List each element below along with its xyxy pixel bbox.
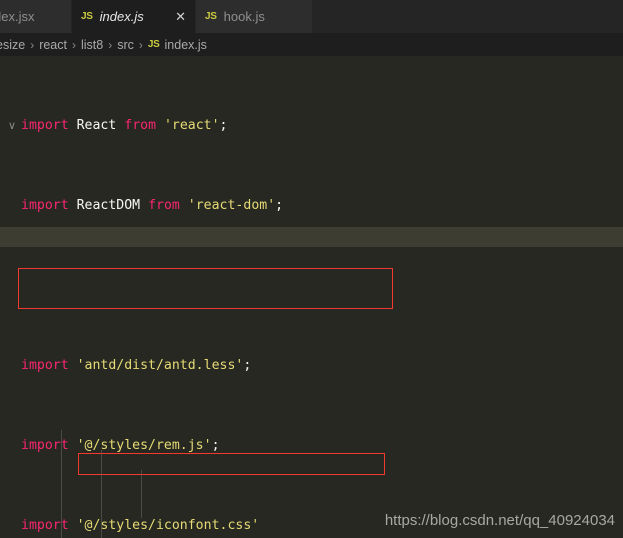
chevron-right-icon: › bbox=[30, 37, 35, 52]
code-line: import 'antd/dist/antd.less'; bbox=[21, 358, 252, 373]
chevron-right-icon: › bbox=[71, 37, 76, 52]
tab-label: dex.jsx bbox=[0, 9, 35, 24]
editor-window: dex.jsx JS index.js ✕ JS hook.js esize ›… bbox=[0, 0, 623, 538]
breadcrumb-item-list8[interactable]: list8 bbox=[81, 38, 103, 52]
breadcrumb: esize › react › list8 › src › JS index.j… bbox=[0, 33, 623, 56]
breadcrumb-item-src[interactable]: src bbox=[117, 38, 134, 52]
code-line: import '@/styles/rem.js'; bbox=[21, 438, 220, 453]
breadcrumb-item-react[interactable]: react bbox=[39, 38, 67, 52]
code-line: ∨ import React from 'react'; bbox=[0, 116, 623, 136]
chevron-right-icon: › bbox=[138, 37, 143, 52]
breadcrumb-item-file[interactable]: index.js bbox=[165, 38, 207, 52]
code-line: import ReactDOM from 'react-dom'; bbox=[21, 198, 284, 213]
js-file-icon: JS bbox=[147, 39, 160, 50]
editor-tab-bar: dex.jsx JS index.js ✕ JS hook.js bbox=[0, 0, 623, 33]
code-editor-area[interactable]: ∨ import React from 'react'; import React… bbox=[0, 56, 623, 538]
tab-label: index.js bbox=[99, 9, 144, 24]
tab-label: hook.js bbox=[223, 9, 265, 24]
js-file-icon: JS bbox=[205, 11, 217, 22]
fold-chevron-icon[interactable]: ∨ bbox=[5, 116, 19, 136]
breadcrumb-item-esize[interactable]: esize bbox=[0, 38, 25, 52]
tab-index-jsx[interactable]: dex.jsx bbox=[0, 0, 72, 33]
code-lines: ∨ import React from 'react'; import React… bbox=[0, 56, 623, 538]
close-icon[interactable]: ✕ bbox=[165, 10, 186, 23]
tab-bar-empty-space bbox=[313, 0, 623, 33]
watermark: https://blog.csdn.net/qq_40924034 bbox=[384, 512, 615, 529]
chevron-right-icon: › bbox=[108, 37, 113, 52]
tab-index-js[interactable]: JS index.js ✕ bbox=[72, 0, 196, 33]
tab-hook-js[interactable]: JS hook.js bbox=[196, 0, 313, 33]
js-file-icon: JS bbox=[81, 11, 93, 22]
